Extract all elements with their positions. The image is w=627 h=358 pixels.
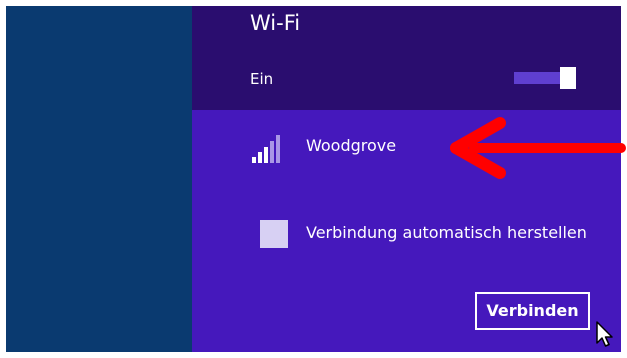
panel-title: Wi-Fi [250,11,301,35]
mouse-cursor-icon [596,321,613,347]
wifi-toggle-label: Ein [250,70,274,88]
auto-connect-label: Verbindung automatisch herstellen [306,223,587,242]
auto-connect-option[interactable]: Verbindung automatisch herstellen [260,218,615,248]
wifi-panel-header: Wi-Fi Ein [192,6,621,110]
wifi-signal-icon [252,135,280,163]
network-name: Woodgrove [306,136,397,155]
connect-button[interactable]: Verbinden [475,292,590,330]
auto-connect-checkbox[interactable] [260,220,288,248]
toggle-track [514,72,560,84]
red-arrow-icon [450,117,626,179]
desktop-background [6,6,192,352]
toggle-thumb[interactable] [560,67,576,89]
network-item-woodgrove[interactable]: Woodgrove [252,130,432,163]
wifi-toggle-row: Ein [192,62,621,96]
wifi-toggle-switch[interactable] [510,67,576,89]
